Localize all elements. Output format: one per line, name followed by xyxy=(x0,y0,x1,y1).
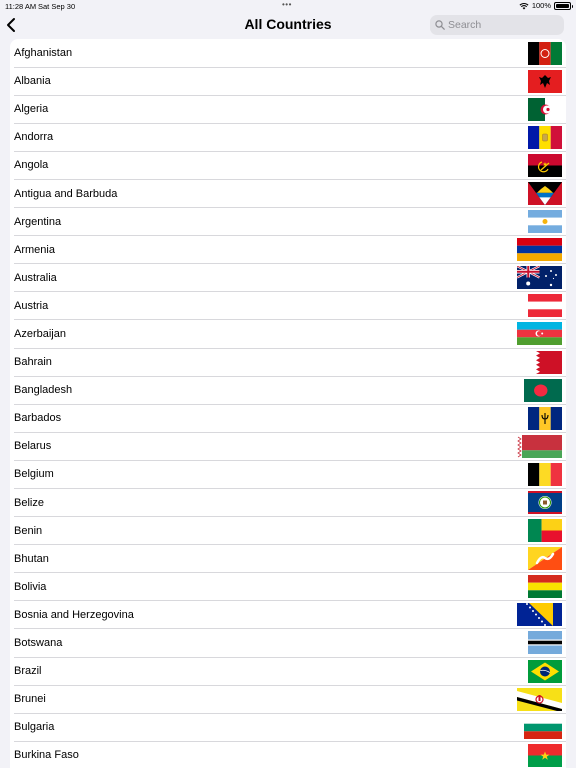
list-item[interactable]: Angola xyxy=(10,151,566,180)
antigua-and-barbuda-flag-icon xyxy=(528,181,562,205)
austria-flag-icon xyxy=(528,294,562,318)
list-item[interactable]: Burkina Faso xyxy=(10,741,566,768)
status-bar: 11:28 AM Sat Sep 30 ••• 100% xyxy=(0,0,576,12)
list-item[interactable]: Andorra xyxy=(10,123,566,152)
country-name: Benin xyxy=(14,524,43,537)
bolivia-flag-icon xyxy=(528,575,562,599)
list-item[interactable]: Algeria xyxy=(10,95,566,124)
belgium-flag-icon xyxy=(528,462,562,486)
list-item[interactable]: Bulgaria xyxy=(10,713,566,742)
albania-flag-icon xyxy=(528,69,562,93)
list-item[interactable]: Bangladesh xyxy=(10,376,566,405)
barbados-flag-icon xyxy=(528,406,562,430)
country-name: Azerbaijan xyxy=(14,327,66,340)
status-time: 11:28 AM xyxy=(5,2,37,11)
list-item[interactable]: Barbados xyxy=(10,404,566,433)
list-item[interactable]: Belgium xyxy=(10,460,566,489)
wifi-icon xyxy=(519,2,529,9)
list-item[interactable]: Argentina xyxy=(10,208,566,236)
belarus-flag-icon xyxy=(517,434,562,458)
belize-flag-icon xyxy=(528,491,562,514)
list-item[interactable]: Brazil xyxy=(10,657,566,686)
andorra-flag-icon xyxy=(528,125,562,149)
list-item[interactable]: Brunei xyxy=(10,685,566,714)
australia-flag-icon xyxy=(517,266,562,290)
country-name: Albania xyxy=(14,75,51,88)
search-icon xyxy=(435,20,445,30)
botswana-flag-icon xyxy=(528,631,562,655)
country-list: Afghanistan Albania Algeria Andorra Ango… xyxy=(10,39,566,768)
country-name: Australia xyxy=(14,271,57,284)
back-button[interactable] xyxy=(3,15,21,35)
country-name: Botswana xyxy=(14,637,63,650)
navigation-bar: All Countries xyxy=(0,12,576,38)
country-name: Belarus xyxy=(14,440,52,453)
country-name: Argentina xyxy=(14,215,62,228)
list-item[interactable]: Belize xyxy=(10,489,566,517)
list-item[interactable]: Australia xyxy=(10,264,566,292)
country-name: Belgium xyxy=(14,468,54,481)
bangladesh-flag-icon xyxy=(524,378,562,402)
battery-icon xyxy=(554,1,573,10)
country-name: Bhutan xyxy=(14,552,49,565)
country-name: Bolivia xyxy=(14,580,47,593)
list-item[interactable]: Belarus xyxy=(10,432,566,461)
bahrain-flag-icon xyxy=(528,350,562,374)
search-input[interactable] xyxy=(448,19,558,31)
country-name: Brunei xyxy=(14,693,46,706)
country-name: Armenia xyxy=(14,243,55,256)
country-name: Bahrain xyxy=(14,356,52,369)
country-name: Burkina Faso xyxy=(14,749,79,762)
list-item[interactable]: Austria xyxy=(10,292,566,321)
country-name: Brazil xyxy=(14,665,42,678)
country-name: Belize xyxy=(14,496,44,509)
country-name: Algeria xyxy=(14,103,49,116)
status-date: Sat Sep 30 xyxy=(38,2,76,11)
armenia-flag-icon xyxy=(517,238,562,262)
afghanistan-flag-icon xyxy=(528,41,562,65)
bulgaria-flag-icon xyxy=(524,715,562,739)
country-name: Bosnia and Herzegovina xyxy=(14,608,134,621)
list-item[interactable]: Antigua and Barbuda xyxy=(10,179,566,208)
status-right: 100% xyxy=(519,1,573,10)
country-name: Austria xyxy=(14,299,49,312)
angola-flag-icon xyxy=(528,153,562,177)
country-name: Andorra xyxy=(14,131,54,144)
search-field[interactable] xyxy=(430,15,564,35)
list-item[interactable]: Bosnia and Herzegovina xyxy=(10,601,566,630)
country-name: Antigua and Barbuda xyxy=(14,187,118,200)
multitasking-dots[interactable]: ••• xyxy=(282,0,292,9)
brazil-flag-icon xyxy=(528,659,562,683)
list-item[interactable]: Azerbaijan xyxy=(10,320,566,349)
country-name: Afghanistan xyxy=(14,47,73,60)
list-item[interactable]: Botswana xyxy=(10,629,566,658)
benin-flag-icon xyxy=(528,519,562,543)
bosnia-flag-icon xyxy=(517,603,562,627)
burkina-faso-flag-icon xyxy=(528,743,562,767)
list-item[interactable]: Bahrain xyxy=(10,348,566,377)
algeria-flag-icon xyxy=(528,97,562,121)
battery-percent: 100% xyxy=(531,1,551,10)
country-name: Bulgaria xyxy=(14,721,55,734)
country-name: Barbados xyxy=(14,412,62,425)
argentina-flag-icon xyxy=(528,210,562,234)
list-item[interactable]: Armenia xyxy=(10,236,566,264)
list-item[interactable]: Bhutan xyxy=(10,545,566,573)
list-item[interactable]: Benin xyxy=(10,517,566,545)
list-item[interactable]: Albania xyxy=(10,67,566,96)
brunei-flag-icon xyxy=(517,687,562,711)
azerbaijan-flag-icon xyxy=(517,322,562,346)
chevron-left-icon xyxy=(7,18,15,32)
country-name: Angola xyxy=(14,159,49,172)
list-item[interactable]: Afghanistan xyxy=(10,39,566,68)
bhutan-flag-icon xyxy=(528,547,562,571)
country-name: Bangladesh xyxy=(14,384,73,397)
list-item[interactable]: Bolivia xyxy=(10,573,566,601)
